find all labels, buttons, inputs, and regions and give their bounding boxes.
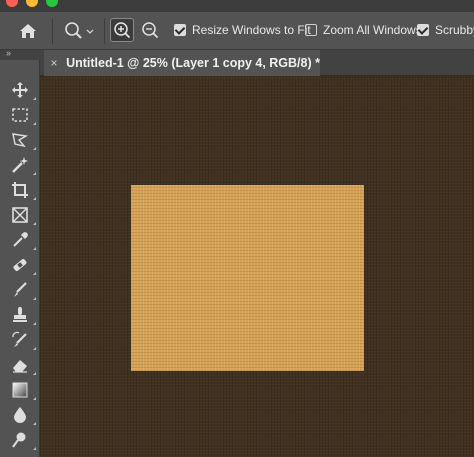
- resize-windows-option[interactable]: Resize Windows to Fit: [174, 23, 311, 37]
- resize-windows-checkbox[interactable]: [174, 24, 186, 36]
- gradient-tool[interactable]: [7, 378, 36, 402]
- zoom-in-button[interactable]: [110, 18, 134, 42]
- magic-wand-tool[interactable]: [7, 153, 36, 177]
- document-tab[interactable]: × Untitled-1 @ 25% (Layer 1 copy 4, RGB/…: [44, 50, 320, 76]
- window-title-strip: [0, 0, 474, 12]
- healing-brush-tool[interactable]: [7, 253, 36, 277]
- marquee-tool-icon: [12, 108, 28, 122]
- collapse-panel-button[interactable]: ››: [6, 48, 11, 58]
- move-tool-icon: [12, 82, 28, 98]
- options-separator: [104, 18, 105, 44]
- crop-tool[interactable]: [7, 178, 36, 202]
- zoom-out-icon: [142, 22, 159, 39]
- dodge-tool-icon: [12, 432, 26, 448]
- minimize-window-button[interactable]: [26, 0, 38, 7]
- resize-windows-label: Resize Windows to Fit: [192, 23, 311, 37]
- dodge-tool[interactable]: [7, 428, 36, 452]
- marquee-tool[interactable]: [7, 103, 36, 127]
- move-tool[interactable]: [7, 78, 36, 102]
- eraser-tool[interactable]: [7, 353, 36, 377]
- clone-stamp-tool-icon: [13, 307, 27, 322]
- healing-brush-tool-icon: [13, 259, 27, 271]
- tool-preset-picker[interactable]: [58, 16, 100, 46]
- gradient-tool-icon: [12, 382, 28, 398]
- close-window-button[interactable]: [6, 0, 18, 7]
- zoom-out-button[interactable]: [138, 18, 162, 42]
- frame-tool-icon: [12, 207, 28, 223]
- document-tab-bar: × Untitled-1 @ 25% (Layer 1 copy 4, RGB/…: [40, 50, 474, 76]
- document-tab-title: Untitled-1 @ 25% (Layer 1 copy 4, RGB/8)…: [66, 56, 320, 70]
- options-separator: [52, 18, 53, 44]
- history-brush-tool-icon: [12, 331, 27, 347]
- zoom-in-icon: [114, 22, 131, 39]
- home-button[interactable]: [8, 16, 48, 46]
- canvas-area[interactable]: [40, 76, 474, 457]
- tools-panel: [0, 60, 40, 457]
- toolbar-header: ››: [0, 48, 40, 60]
- scrubby-zoom-option[interactable]: Scrubby: [417, 23, 474, 37]
- history-brush-tool[interactable]: [7, 328, 36, 352]
- eyedropper-tool-icon: [13, 232, 28, 247]
- frame-tool[interactable]: [7, 203, 36, 227]
- scrubby-zoom-label: Scrubby: [435, 23, 474, 37]
- crop-tool-icon: [12, 182, 28, 198]
- lasso-tool-icon: [12, 133, 29, 148]
- brush-tool-icon: [14, 282, 27, 297]
- eraser-tool-icon: [13, 360, 27, 373]
- lasso-tool[interactable]: [7, 128, 36, 152]
- options-bar: Resize Windows to Fit Zoom All Windows S…: [0, 12, 474, 50]
- zoom-window-button[interactable]: [46, 0, 58, 7]
- document-image[interactable]: [131, 185, 364, 371]
- zoom-all-windows-checkbox[interactable]: [305, 24, 317, 36]
- zoom-all-windows-label: Zoom All Windows: [323, 23, 422, 37]
- zoom-all-windows-option[interactable]: Zoom All Windows: [305, 23, 422, 37]
- blur-tool[interactable]: [7, 403, 36, 427]
- magnifier-icon: [65, 22, 94, 39]
- brush-tool[interactable]: [7, 278, 36, 302]
- close-tab-icon[interactable]: ×: [46, 56, 62, 70]
- eyedropper-tool[interactable]: [7, 228, 36, 252]
- clone-stamp-tool[interactable]: [7, 303, 36, 327]
- scrubby-zoom-checkbox[interactable]: [417, 24, 429, 36]
- blur-tool-icon: [14, 407, 26, 423]
- chevron-down-icon: [86, 29, 94, 34]
- magic-wand-tool-icon: [12, 157, 28, 173]
- home-icon: [20, 24, 36, 38]
